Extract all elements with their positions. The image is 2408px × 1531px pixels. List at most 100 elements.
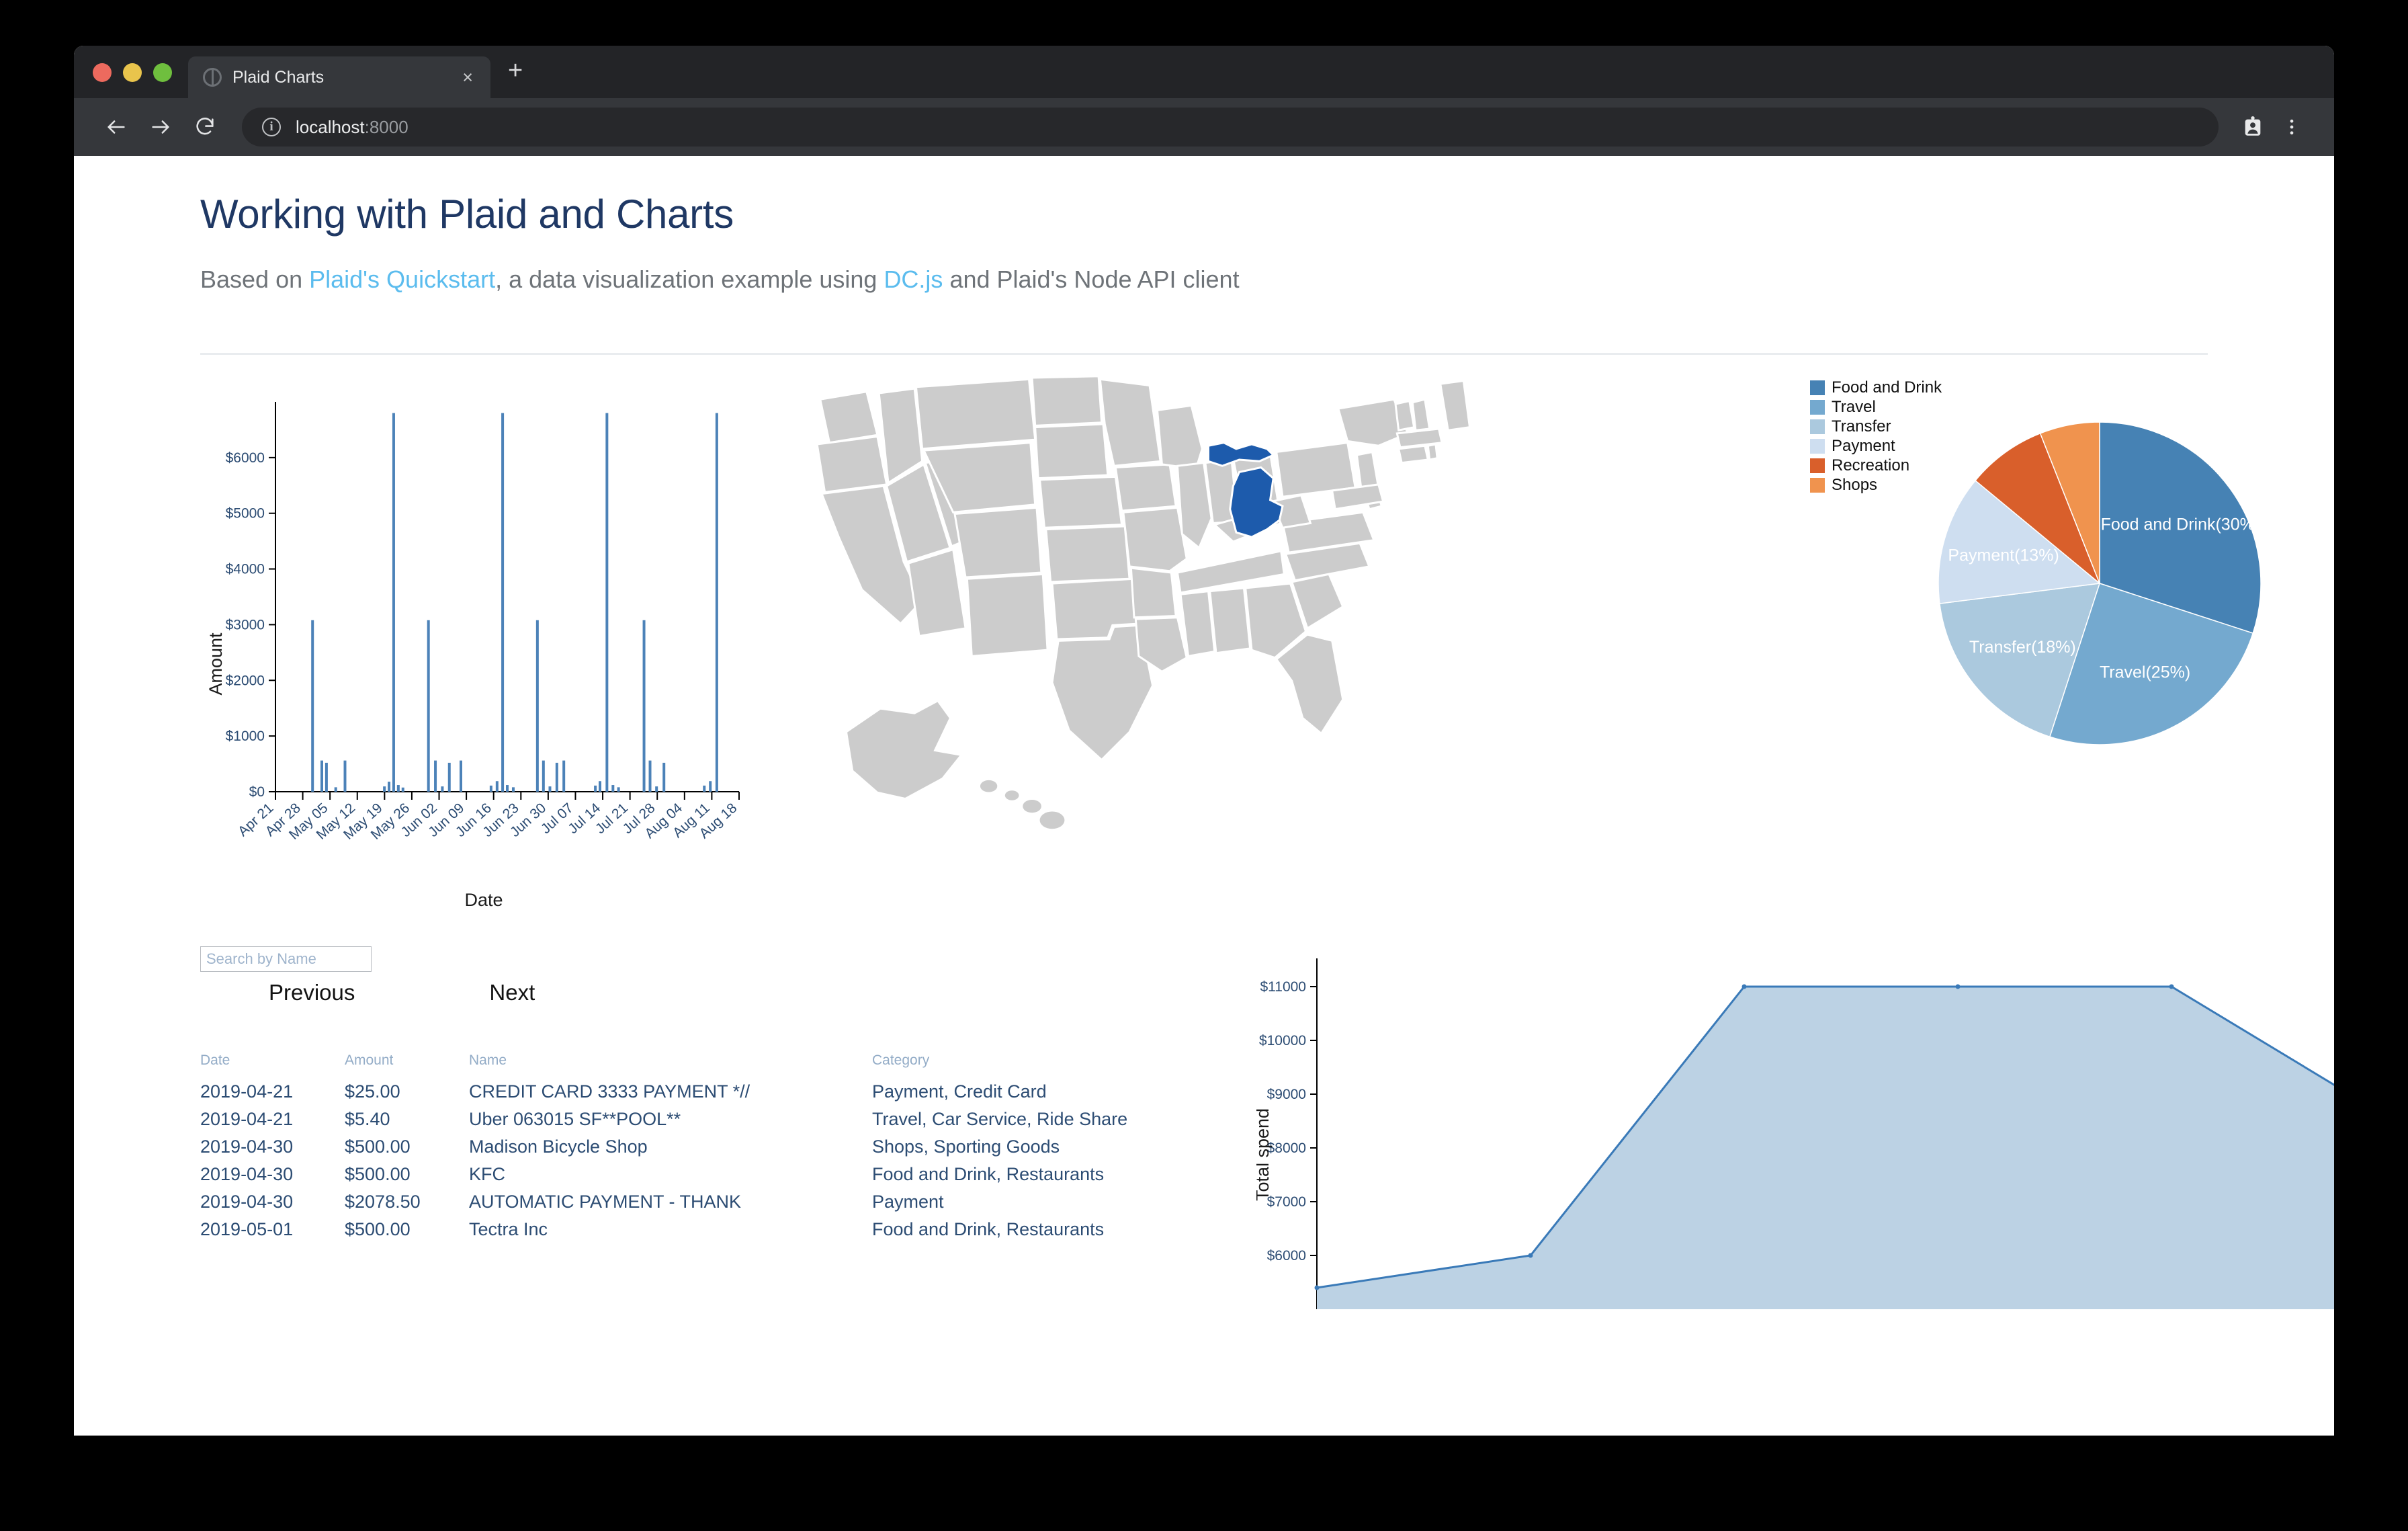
bar-chart-bar[interactable] xyxy=(427,620,430,792)
area-chart-point[interactable] xyxy=(1528,1253,1533,1258)
bar-chart-bar[interactable] xyxy=(447,762,451,792)
search-input[interactable] xyxy=(200,946,372,972)
browser-tab[interactable]: Plaid Charts × xyxy=(188,56,490,98)
legend-swatch[interactable] xyxy=(1810,439,1825,454)
bar-chart-bar[interactable] xyxy=(605,413,609,792)
bar-chart-bar[interactable] xyxy=(401,787,404,792)
bar-chart-bar[interactable] xyxy=(334,787,337,792)
bar-chart-bars[interactable] xyxy=(311,413,718,792)
bar-chart-bar[interactable] xyxy=(441,786,444,792)
map-state-fl[interactable] xyxy=(1275,633,1344,735)
map-state-nd[interactable] xyxy=(1031,375,1103,427)
map-state-az[interactable] xyxy=(907,548,967,638)
pie-chart-legend[interactable]: Food and DrinkTravelTransferPaymentRecre… xyxy=(1810,378,1942,494)
bar-chart-bar[interactable] xyxy=(662,762,666,792)
bar-chart-bar[interactable] xyxy=(460,760,462,792)
map-state-mt[interactable] xyxy=(914,378,1037,450)
profile-badge-icon[interactable] xyxy=(2233,116,2272,138)
bar-chart-bar[interactable] xyxy=(611,785,615,792)
map-state-hawaii-0[interactable] xyxy=(980,780,998,792)
map-state-vt[interactable] xyxy=(1394,399,1416,432)
bar-chart-bar[interactable] xyxy=(542,760,545,792)
map-state-wa[interactable] xyxy=(818,390,879,444)
table-header-amount[interactable]: Amount xyxy=(345,1052,469,1078)
site-info-icon[interactable]: i xyxy=(262,118,281,136)
bar-chart-bar[interactable] xyxy=(506,785,509,792)
bar-chart-bar[interactable] xyxy=(594,785,597,792)
bar-chart-bar[interactable] xyxy=(434,760,437,792)
plaid-quickstart-link[interactable]: Plaid's Quickstart xyxy=(309,265,495,293)
bar-chart-bar[interactable] xyxy=(383,786,386,792)
legend-swatch[interactable] xyxy=(1810,478,1825,493)
bar-chart-bar[interactable] xyxy=(501,413,505,792)
bar-chart-bar[interactable] xyxy=(562,760,566,792)
bar-chart-bar[interactable] xyxy=(388,782,391,792)
map-state-shapes[interactable] xyxy=(816,375,1471,829)
bar-chart-bar[interactable] xyxy=(320,760,323,792)
map-state-hawaii-3[interactable] xyxy=(1039,811,1065,829)
map-state-ar[interactable] xyxy=(1129,567,1177,619)
map-state-mn[interactable] xyxy=(1099,378,1162,467)
area-chart-point[interactable] xyxy=(1955,984,1961,989)
table-header-name[interactable]: Name xyxy=(469,1052,872,1078)
map-state-ms[interactable] xyxy=(1179,590,1216,658)
forward-arrow-icon[interactable] xyxy=(138,105,183,149)
area-chart-point[interactable] xyxy=(1314,1285,1320,1290)
legend-swatch[interactable] xyxy=(1810,458,1825,473)
area-chart-point[interactable] xyxy=(1742,984,1747,989)
map-state-co[interactable] xyxy=(953,506,1043,579)
bar-chart-bar[interactable] xyxy=(548,786,552,792)
legend-swatch[interactable] xyxy=(1810,419,1825,434)
map-state-ia[interactable] xyxy=(1114,463,1177,512)
minimize-window-button[interactable] xyxy=(123,63,142,82)
table-row[interactable]: 2019-04-21 $5.40 Uber 063015 SF**POOL** Tra… xyxy=(200,1106,1275,1133)
legend-swatch[interactable] xyxy=(1810,380,1825,395)
bar-chart-bar[interactable] xyxy=(703,785,706,792)
map-state-alaska[interactable] xyxy=(845,700,963,800)
pie-slices[interactable] xyxy=(1938,421,2262,745)
map-state-ri[interactable] xyxy=(1426,443,1438,461)
bar-chart-bar[interactable] xyxy=(655,786,658,792)
table-row[interactable]: 2019-04-30 $2078.50 AUTOMATIC PAYMENT - TH… xyxy=(200,1188,1275,1216)
bar-chart-bar[interactable] xyxy=(311,620,314,792)
bar-chart-bar[interactable] xyxy=(325,762,328,792)
next-page-button[interactable]: Next xyxy=(489,980,535,1005)
map-state-nh[interactable] xyxy=(1411,398,1431,431)
transactions-bar-chart[interactable]: $0 $1000 $2000 $3000 $4000 $5000 $6000 Apr 21A… xyxy=(195,382,746,919)
map-state-wi[interactable] xyxy=(1156,404,1203,470)
area-chart-point[interactable] xyxy=(2169,984,2174,989)
map-state-ct[interactable] xyxy=(1397,444,1430,464)
bar-chart-bar[interactable] xyxy=(535,620,539,792)
bar-chart-bar[interactable] xyxy=(396,785,400,792)
map-state-ne[interactable] xyxy=(1038,475,1123,529)
total-spend-area-chart[interactable]: $6000 $7000 $8000 $9000 $10000 $11000 Total s… xyxy=(1256,933,2334,1309)
bar-chart-bar[interactable] xyxy=(642,620,646,792)
table-header-category[interactable]: Category xyxy=(872,1052,1275,1078)
us-choropleth-map[interactable] xyxy=(806,368,1626,879)
map-state-hawaii-1[interactable] xyxy=(1004,790,1019,800)
previous-page-button[interactable]: Previous xyxy=(269,980,355,1005)
map-state-hawaii-2[interactable] xyxy=(1023,799,1041,813)
map-state-or[interactable] xyxy=(816,435,888,494)
table-row[interactable]: 2019-04-30 $500.00 Madison Bicycle Shop Sho… xyxy=(200,1133,1275,1161)
table-row[interactable]: 2019-05-01 $500.00 Tectra Inc Food and Drin… xyxy=(200,1216,1275,1243)
map-state-mo[interactable] xyxy=(1122,506,1188,573)
bar-chart-bar[interactable] xyxy=(392,413,395,792)
back-arrow-icon[interactable] xyxy=(94,105,138,149)
bar-chart-bar[interactable] xyxy=(555,762,558,792)
table-header-date[interactable]: Date xyxy=(200,1052,345,1078)
bar-chart-bar[interactable] xyxy=(489,785,492,792)
table-row[interactable]: 2019-04-30 $500.00 KFC Food and Drink, Rest… xyxy=(200,1161,1275,1188)
table-row[interactable]: 2019-04-21 $25.00 CREDIT CARD 3333 PAYMENT… xyxy=(200,1078,1275,1106)
bar-chart-bar[interactable] xyxy=(599,781,601,792)
dcjs-link[interactable]: DC.js xyxy=(884,265,943,293)
map-state-nm[interactable] xyxy=(965,573,1049,657)
address-bar[interactable]: i localhost:8000 xyxy=(242,108,2219,147)
legend-swatch[interactable] xyxy=(1810,400,1825,415)
bar-chart-bar[interactable] xyxy=(343,760,347,792)
new-tab-button[interactable]: + xyxy=(490,58,540,98)
close-tab-icon[interactable]: × xyxy=(456,68,480,87)
bar-chart-bar[interactable] xyxy=(617,787,620,792)
bar-chart-bar[interactable] xyxy=(511,787,515,792)
bar-chart-bar[interactable] xyxy=(709,781,712,792)
